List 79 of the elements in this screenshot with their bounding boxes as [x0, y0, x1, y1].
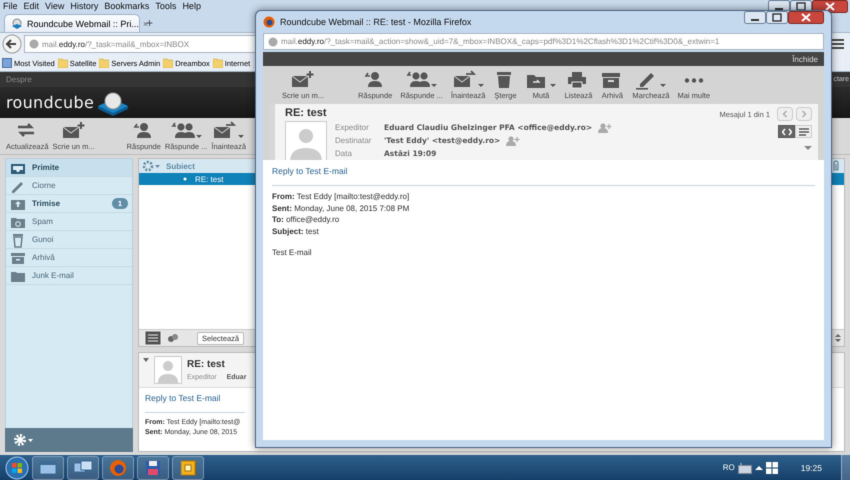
minimize-icon[interactable] — [744, 11, 766, 24]
code-icon — [782, 128, 792, 136]
folder-icon — [99, 58, 110, 68]
start-orb-icon[interactable] — [5, 456, 29, 480]
menu-item[interactable]: Bookmarks — [104, 1, 150, 11]
dropdown-arrows-icon[interactable] — [835, 333, 841, 343]
menu-item[interactable]: Edit — [24, 1, 40, 11]
message-text: Test E-mail — [272, 248, 313, 257]
text-lines-icon — [798, 128, 808, 136]
firefox-icon — [263, 16, 275, 28]
header-line: Sent: Monday, June 08, 2015 7:08 PM — [272, 202, 410, 214]
trash-icon — [10, 232, 26, 248]
maximize-icon[interactable] — [766, 11, 788, 24]
expand-caret-icon[interactable] — [804, 146, 812, 151]
folder-item[interactable]: Gunoi — [6, 231, 132, 249]
logo-text: roundcube — [6, 93, 94, 112]
address-field[interactable]: mail.eddy.ro/?_task=mail&_action=show&_uid=7&_mbox=INBOX&_caps=pdf%3D1%2Cflash%3D1%2Ctif%3D0&_extwin=1 — [263, 33, 824, 50]
menu-item[interactable]: File — [3, 1, 18, 11]
folder-item[interactable]: Spam — [6, 213, 132, 231]
taskbar-button[interactable] — [137, 456, 169, 480]
language-indicator[interactable]: RO — [722, 463, 735, 472]
envelope-plus-icon — [62, 121, 86, 141]
tab-title: Roundcube Webmail :: Pri... — [27, 18, 139, 28]
dots-icon — [684, 78, 704, 83]
new-tab-button[interactable]: + — [146, 14, 154, 32]
list-view-icon[interactable] — [145, 331, 161, 345]
close-link[interactable]: Închide — [792, 54, 818, 64]
collapse-triangle-icon[interactable] — [143, 358, 149, 363]
show-desktop-button[interactable] — [841, 455, 850, 480]
gear-icon[interactable] — [142, 160, 162, 172]
menu-item[interactable]: View — [45, 1, 64, 11]
people-arrow-icon — [406, 70, 430, 90]
envelope-arrow-icon — [213, 121, 238, 141]
gear-icon[interactable] — [13, 433, 33, 447]
folder-icon — [163, 58, 174, 68]
taskbar-button[interactable] — [102, 456, 134, 480]
status-dot-icon — [183, 177, 187, 181]
taskbar-button[interactable] — [67, 456, 99, 480]
message-subject: RE: test — [187, 359, 226, 370]
envelope-window-icon — [178, 458, 198, 478]
folder-icon — [212, 58, 223, 68]
header-line: From: Test Eddy [mailto:test@eddy.ro] — [272, 191, 410, 202]
threads-icon[interactable] — [167, 333, 179, 343]
window-title: Roundcube Webmail :: RE: test - Mozilla Firefox — [280, 17, 472, 27]
avatar-placeholder — [154, 356, 182, 384]
header-line: To: office@eddy.ro — [272, 214, 340, 226]
envelope-plus-icon — [291, 70, 316, 90]
close-icon[interactable] — [812, 0, 848, 13]
plain-view-button[interactable] — [795, 125, 812, 138]
show-hidden-icons-icon[interactable] — [754, 464, 763, 470]
menu-icon[interactable] — [832, 39, 844, 49]
folder-item[interactable]: Primite — [6, 159, 132, 177]
header-line: Subject: test — [272, 226, 320, 237]
folder-item[interactable]: Ciorne — [6, 177, 132, 195]
html-view-button[interactable] — [778, 125, 795, 138]
menu-item[interactable]: Help — [182, 1, 201, 11]
header-label: Expeditor — [335, 123, 370, 132]
folder-icon — [58, 58, 68, 68]
menu-item[interactable]: History — [70, 1, 98, 11]
envelope-arrow-icon — [452, 70, 477, 90]
menu-item[interactable]: Tools — [155, 1, 176, 11]
firefox-icon — [108, 458, 128, 478]
folder-item[interactable]: Arhivă — [6, 249, 132, 267]
reply-link[interactable]: Reply to Test E-mail — [272, 166, 348, 176]
taskbar-button[interactable] — [172, 456, 204, 480]
header-label: Data — [335, 149, 353, 158]
reply-link[interactable]: Reply to Test E-mail — [145, 393, 220, 403]
folder-item[interactable]: Junk E-mail — [6, 267, 132, 285]
people-arrow-icon — [170, 121, 195, 141]
keyboard-icon[interactable] — [738, 462, 752, 474]
message-subject: RE: test — [285, 107, 328, 119]
paperclip-icon — [831, 160, 841, 172]
cube-logo-icon — [96, 90, 130, 116]
tab-close-button[interactable]: × — [142, 18, 148, 28]
close-icon[interactable] — [788, 11, 824, 24]
cube-icon — [11, 18, 23, 30]
taskbar-button[interactable] — [32, 456, 64, 480]
clock[interactable]: 19:25 — [800, 462, 822, 472]
header-label: Destinatar — [335, 136, 372, 145]
